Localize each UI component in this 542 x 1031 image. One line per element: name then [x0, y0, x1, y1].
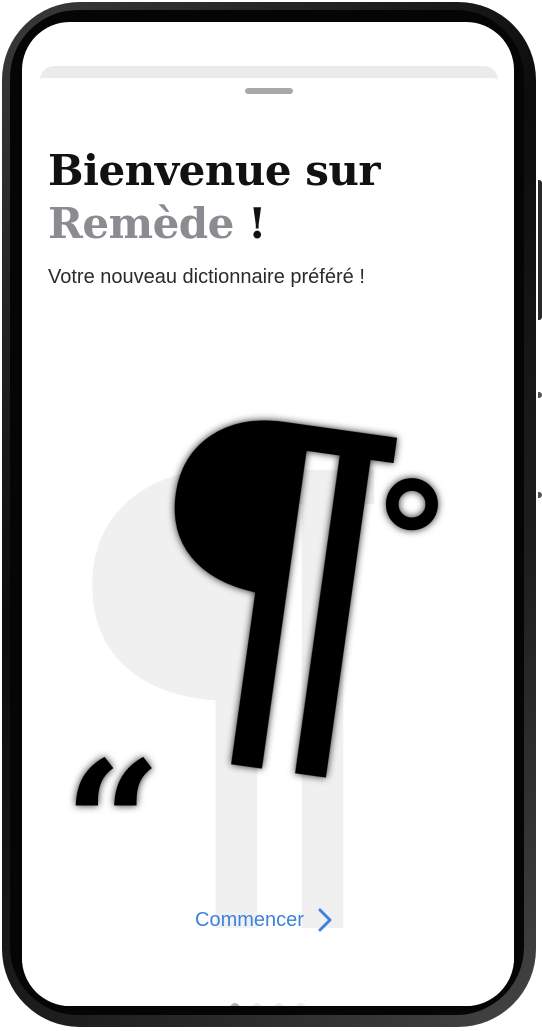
title-line: Bienvenue sur	[48, 146, 381, 195]
page-dot-1[interactable]	[230, 1003, 240, 1006]
title-exclamation: !	[233, 199, 266, 248]
side-sensor	[538, 392, 542, 398]
welcome-subtitle: Votre nouveau dictionnaire préféré !	[48, 266, 365, 288]
page-indicator	[22, 1003, 514, 1006]
drag-handle[interactable]	[245, 88, 293, 94]
opening-quote-glyph: “	[64, 724, 162, 924]
screen: Bienvenue sur Remède ! Votre nouveau dic…	[22, 22, 514, 1006]
side-sensor	[538, 492, 542, 498]
page-dot-3[interactable]	[274, 1003, 284, 1006]
degree-glyph: °	[372, 448, 452, 636]
title-line: Remède !	[48, 197, 380, 250]
welcome-sheet: Bienvenue sur Remède ! Votre nouveau dic…	[22, 78, 514, 1006]
page-dot-2[interactable]	[252, 1003, 262, 1006]
illustration-svg: ¶ ¶ ° “	[52, 348, 452, 928]
start-button-label: Commencer	[195, 908, 304, 931]
start-button[interactable]: Commencer	[195, 908, 334, 932]
phone-frame: Bienvenue sur Remède ! Votre nouveau dic…	[0, 0, 542, 1031]
app-name: Remède	[48, 199, 234, 248]
welcome-title: Bienvenue sur Remède !	[48, 144, 381, 250]
page-dot-4[interactable]	[296, 1003, 306, 1006]
typography-illustration: ¶ ¶ ° “	[22, 348, 514, 928]
chevron-right-icon	[318, 908, 332, 932]
power-button	[538, 180, 542, 320]
